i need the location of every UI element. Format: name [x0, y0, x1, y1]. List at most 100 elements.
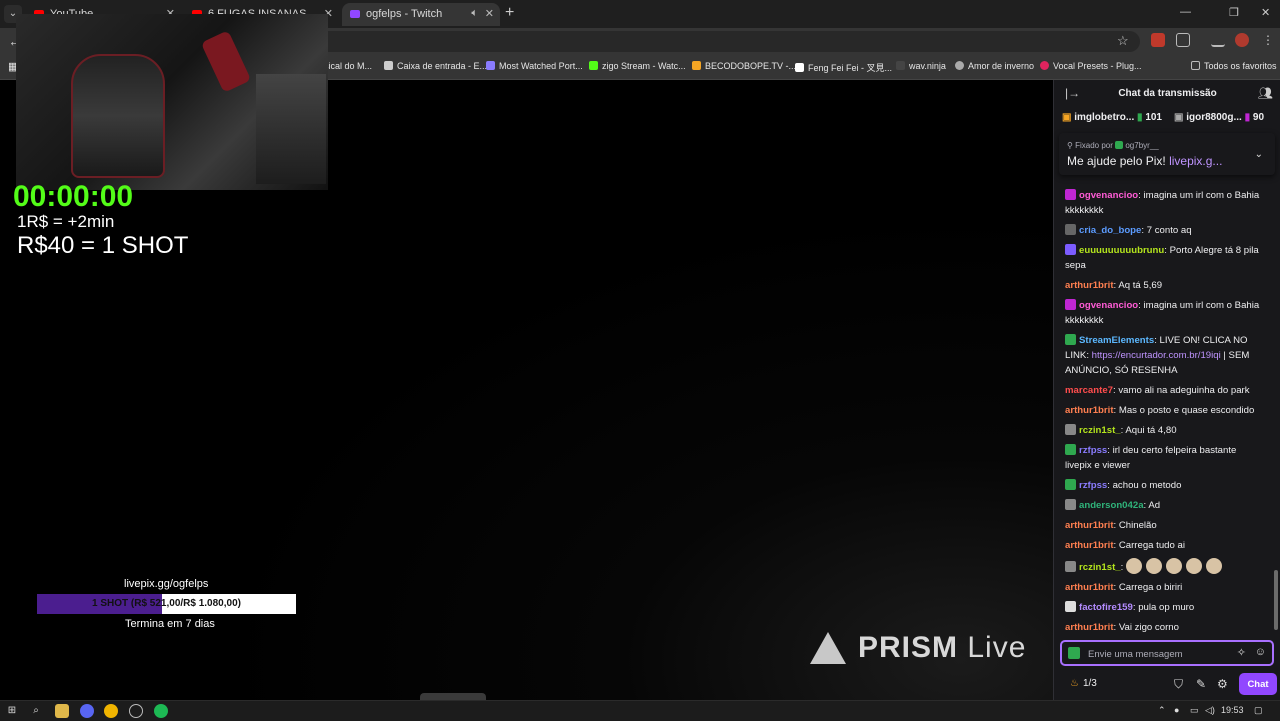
leaderboard-entry[interactable]: ▣ igor8800g... ▮ 90 — [1174, 112, 1264, 123]
bookmark-item[interactable]: Vocal Presets - Plug... — [1040, 61, 1142, 71]
chat-link[interactable]: https://encurtador.com.br/19iqi — [1092, 350, 1221, 361]
chat-username[interactable]: cria_do_bope — [1079, 225, 1141, 236]
chat-username[interactable]: rzfpss — [1079, 445, 1107, 456]
user-badge-icon[interactable] — [1065, 189, 1076, 200]
windows-start-icon[interactable]: ⊞ — [5, 704, 19, 718]
chevron-down-icon[interactable]: ⌄ — [1255, 149, 1263, 160]
user-badge-icon[interactable] — [1065, 561, 1076, 572]
chat-emote[interactable] — [1205, 558, 1222, 574]
bookmark-item[interactable]: Caixa de entrada - E... — [384, 61, 487, 71]
chat-title: Chat da transmissão — [1118, 88, 1217, 99]
search-icon[interactable]: ⌕ — [29, 704, 43, 718]
bookmark-item[interactable]: Most Watched Port... — [486, 61, 583, 71]
chat-text: : vamo ali na adeguinha do park — [1113, 385, 1250, 396]
chat-emote[interactable] — [1185, 558, 1202, 574]
user-badge-icon[interactable] — [1065, 444, 1076, 455]
user-badge-icon[interactable] — [1065, 499, 1076, 510]
bookmark-item[interactable]: Amor de inverno — [955, 61, 1034, 71]
obs-icon[interactable] — [129, 704, 143, 718]
gear-icon[interactable]: ⚙ — [1217, 677, 1228, 691]
close-tab-icon[interactable]: ✕ — [485, 7, 494, 20]
media-control-icon[interactable] — [1211, 33, 1225, 47]
chat-username[interactable]: arthur1brit — [1065, 582, 1114, 593]
tab-twitch[interactable]: ogfelps - Twitch 🔈︎ ✕ — [342, 3, 500, 26]
file-explorer-icon[interactable] — [55, 704, 69, 718]
bookmark-item[interactable]: Feng Fei Fei - 叉見... — [795, 61, 892, 74]
chat-username[interactable]: ogvenancioo — [1079, 300, 1138, 311]
pinned-link[interactable]: livepix.g... — [1169, 154, 1222, 168]
minimize-icon[interactable]: — — [1180, 6, 1191, 18]
chat-text: : Aq tá 5,69 — [1113, 280, 1163, 291]
channel-points[interactable]: ♨ 1/3 — [1070, 678, 1097, 689]
player-handle[interactable] — [420, 693, 486, 700]
chat-username[interactable]: arthur1brit — [1065, 520, 1114, 531]
gaming-chair-image — [71, 54, 165, 178]
chat-username[interactable]: arthur1brit — [1065, 622, 1114, 633]
new-tab-button[interactable]: + — [505, 4, 514, 22]
chat-username[interactable]: arthur1brit — [1065, 405, 1114, 416]
emote-picker-icon[interactable]: ☺ — [1255, 646, 1266, 658]
chat-username[interactable]: arthur1brit — [1065, 540, 1114, 551]
shield-icon[interactable]: ⛉ — [1174, 677, 1183, 692]
chat-username[interactable]: marcante7 — [1065, 385, 1113, 396]
chat-username[interactable]: ogvenancioo — [1079, 190, 1138, 201]
user-badge-icon[interactable] — [1065, 224, 1076, 235]
address-bar[interactable] — [300, 31, 1140, 52]
bookmark-item[interactable]: BECODOBOPE.TV -... — [692, 61, 796, 71]
chat-username[interactable]: arthur1brit — [1065, 280, 1114, 291]
chat-username[interactable]: StreamElements — [1079, 335, 1154, 346]
chat-message-input[interactable] — [1086, 645, 1230, 663]
bookmark-item[interactable]: zigo Stream - Watc... — [589, 61, 686, 71]
bookmark-item[interactable]: wav.ninja — [896, 61, 946, 71]
profile-avatar[interactable] — [1235, 33, 1249, 47]
all-bookmarks-folder[interactable]: Todos os favoritos — [1191, 61, 1277, 71]
bits-icon[interactable]: ✧ — [1237, 646, 1246, 659]
user-badge-icon[interactable] — [1065, 424, 1076, 435]
send-chat-button[interactable]: Chat — [1239, 673, 1277, 695]
user-badge-icon[interactable] — [1065, 299, 1076, 310]
network-icon[interactable]: ▭ — [1190, 705, 1199, 716]
leaderboard-entry[interactable]: ▣ imglobetro... ▮ 101 — [1062, 112, 1162, 123]
chat-emote[interactable] — [1145, 558, 1162, 574]
chat-message: rczin1st_: — [1054, 558, 1271, 575]
pinned-message[interactable]: ⚲ Fixado por og7byr__ Me ajude pelo Pix!… — [1059, 133, 1275, 175]
chat-message: marcante7: vamo ali na adeguinha do park — [1054, 383, 1271, 398]
chat-emote[interactable] — [1125, 558, 1142, 574]
chat-username[interactable]: rczin1st_ — [1079, 425, 1121, 436]
user-badge-icon[interactable] — [1065, 244, 1076, 255]
bookmark-item[interactable]: sical do M... — [324, 61, 372, 71]
volume-icon[interactable]: ◁) — [1205, 705, 1215, 716]
prism-text-bold: PRISM — [858, 631, 959, 664]
restore-icon[interactable]: ❐ — [1229, 6, 1239, 19]
microphone-tray-icon[interactable]: ● — [1174, 705, 1179, 715]
user-badge-icon[interactable] — [1065, 601, 1076, 612]
chat-input-box[interactable]: ✧ ☺ — [1060, 640, 1274, 666]
chat-username[interactable]: rczin1st_ — [1079, 562, 1121, 573]
discord-icon[interactable] — [80, 704, 94, 718]
spotify-icon[interactable] — [154, 704, 168, 718]
chrome-icon[interactable] — [104, 704, 118, 718]
chat-username[interactable]: euuuuuuuuubrunu — [1079, 245, 1164, 256]
more-menu-icon[interactable]: ⋮ — [1262, 33, 1276, 47]
close-window-icon[interactable]: ✕ — [1261, 6, 1270, 19]
extension-icon[interactable] — [1151, 33, 1165, 47]
site-icon — [955, 61, 964, 70]
folder-icon — [1191, 61, 1200, 70]
user-badge-icon[interactable] — [1065, 334, 1076, 345]
chat-username[interactable]: factofire159 — [1079, 602, 1133, 613]
chat-emote[interactable] — [1165, 558, 1182, 574]
pinned-text-body: Me ajude pelo Pix! — [1067, 154, 1166, 168]
pencil-icon[interactable]: ✎ — [1196, 677, 1206, 691]
user-badge-icon[interactable] — [1065, 479, 1076, 490]
chat-text: : Aqui tá 4,80 — [1120, 425, 1177, 436]
chat-text: : Mas o posto e quase escondido — [1113, 405, 1255, 416]
mute-tab-icon[interactable]: 🔈︎ — [471, 7, 478, 20]
tray-chevron-icon[interactable]: ⌃ — [1158, 705, 1166, 716]
chat-username[interactable]: rzfpss — [1079, 480, 1107, 491]
bookmark-star-icon[interactable]: ☆ — [1117, 33, 1129, 49]
notification-icon[interactable]: ▢ — [1254, 705, 1263, 716]
chat-scrollbar[interactable] — [1274, 570, 1278, 630]
community-icon[interactable]: 👥︎ — [1258, 86, 1273, 100]
chat-username[interactable]: anderson042a — [1079, 500, 1144, 511]
extensions-puzzle-icon[interactable] — [1176, 33, 1190, 47]
